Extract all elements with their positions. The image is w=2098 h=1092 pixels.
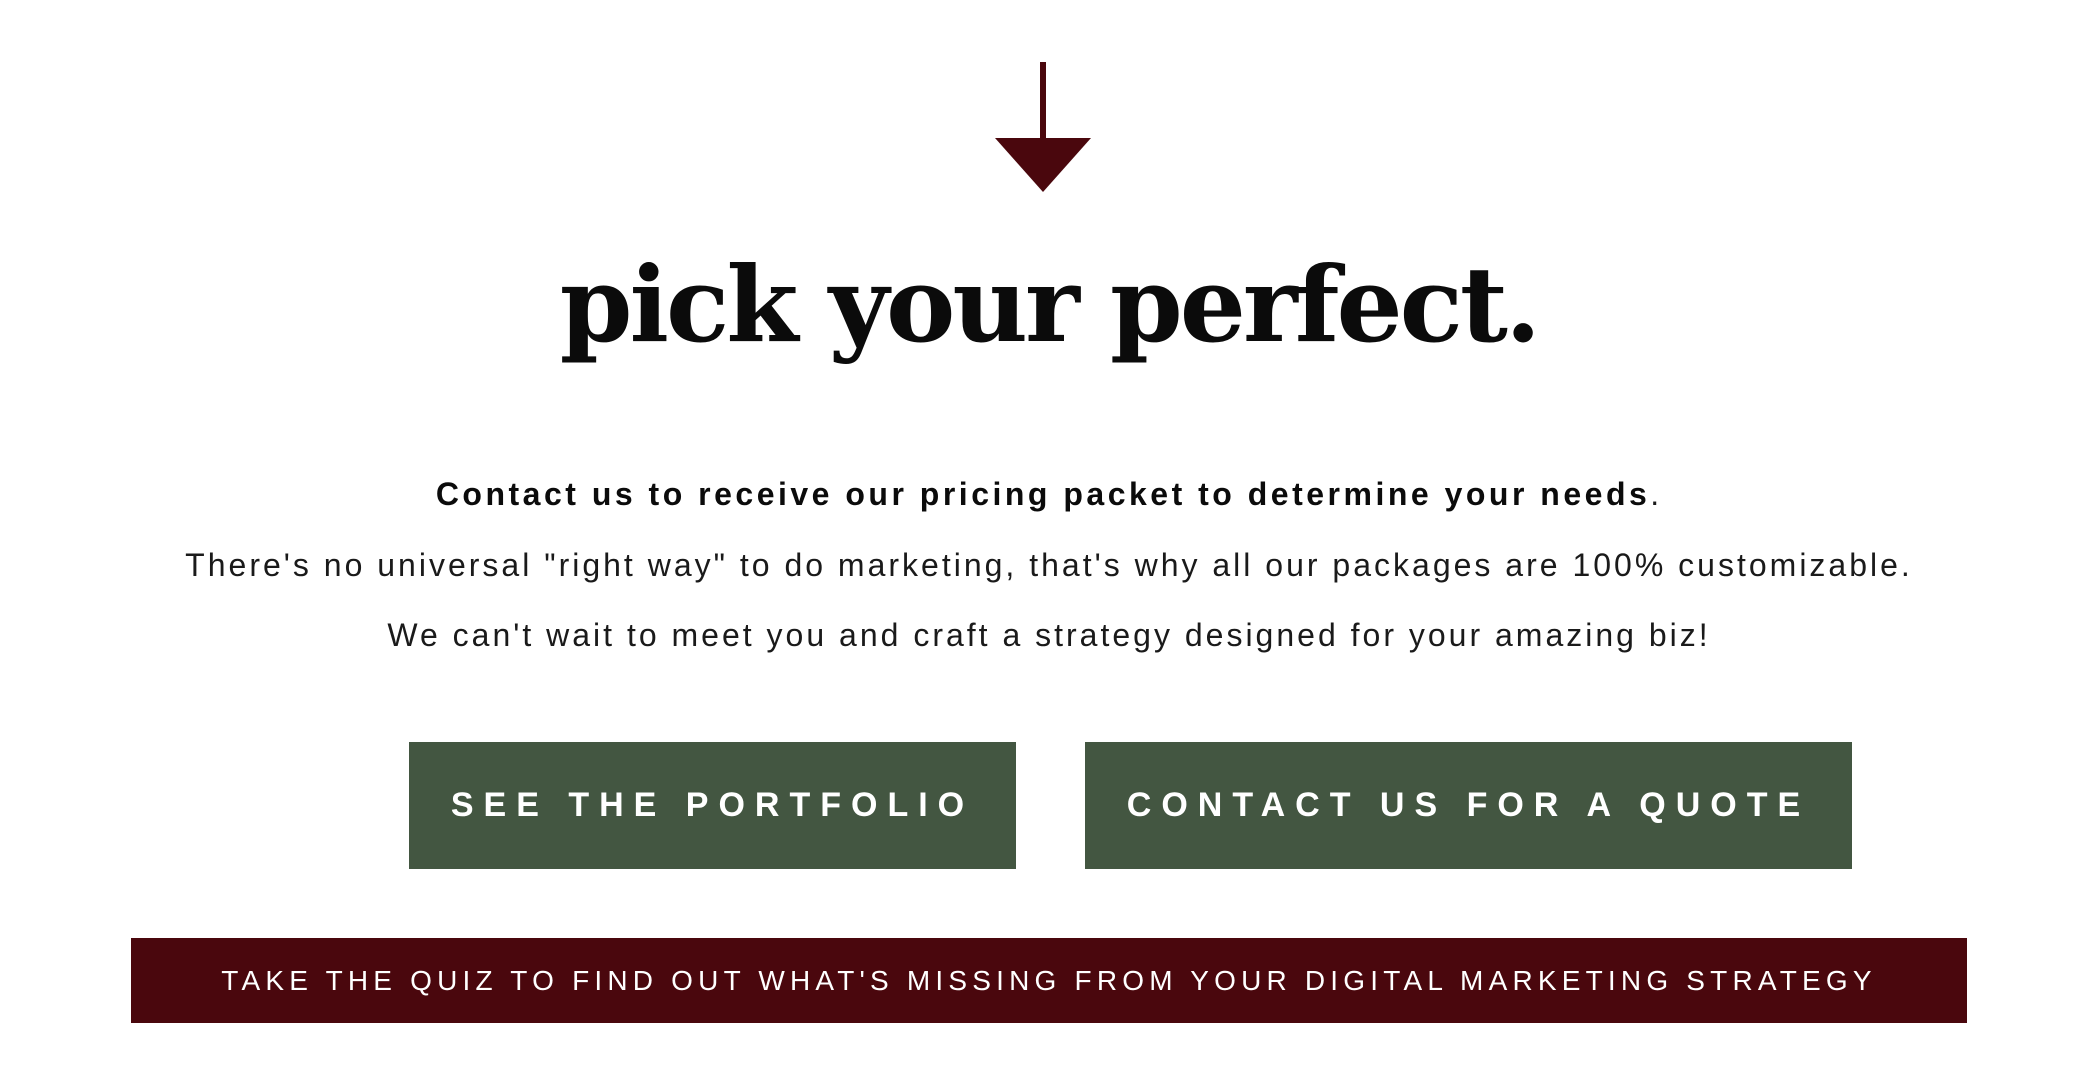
- intro-bold-text: Contact us to receive our pricing packet…: [435, 476, 1651, 512]
- take-quiz-label: TAKE THE QUIZ TO FIND OUT WHAT'S MISSING…: [221, 964, 1877, 996]
- intro-line-1: Contact us to receive our pricing packet…: [0, 474, 2098, 514]
- take-quiz-button[interactable]: TAKE THE QUIZ TO FIND OUT WHAT'S MISSING…: [131, 938, 1967, 1023]
- see-portfolio-button[interactable]: SEE THE PORTFOLIO: [409, 742, 1016, 869]
- contact-quote-label: CONTACT US FOR A QUOTE: [1126, 786, 1811, 824]
- section-title: pick your perfect.: [559, 243, 1541, 366]
- intro-bold-suffix: .: [1650, 476, 1663, 512]
- intro-line-3: We can't wait to meet you and craft a st…: [387, 617, 1711, 653]
- see-portfolio-label: SEE THE PORTFOLIO: [450, 786, 975, 824]
- contact-quote-button[interactable]: CONTACT US FOR A QUOTE: [1085, 742, 1852, 869]
- pricing-section: pick your perfect. Contact us to receive…: [0, 0, 2098, 1092]
- arrow-down-icon: [995, 62, 1091, 192]
- intro-line-2: There's no universal "right way" to do m…: [185, 547, 1913, 583]
